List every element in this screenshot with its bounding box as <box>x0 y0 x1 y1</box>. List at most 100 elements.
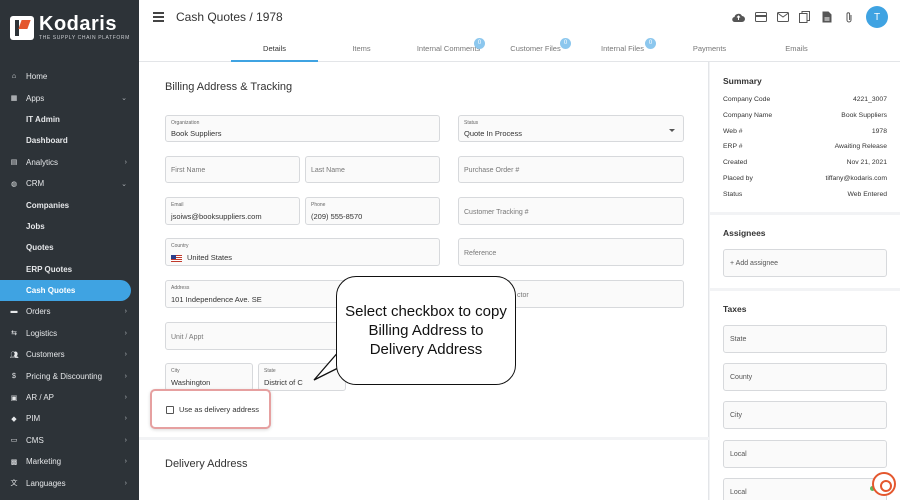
chevron-right-icon: › <box>124 329 127 337</box>
brand-logo[interactable]: Kodaris THE SUPPLY CHAIN PLATFORM <box>10 14 130 41</box>
top-bar: Cash Quotes / 1978 T Details Items Inter… <box>139 0 900 62</box>
pdf-icon[interactable] <box>820 11 833 24</box>
sidebar-item-analytics[interactable]: ▤ Analytics › <box>0 152 139 173</box>
taxes-title: Taxes <box>723 304 747 314</box>
phone-field[interactable]: Phone (209) 555-8570 <box>305 197 440 225</box>
add-assignee-button[interactable]: + Add assignee <box>723 249 887 277</box>
assignees-card: Assignees + Add assignee <box>710 215 900 288</box>
delivery-card: Delivery Address <box>139 440 709 500</box>
logistics-icon: ⇆ <box>11 330 17 338</box>
sidebar-item-pim[interactable]: ◆ PIM › <box>0 408 139 429</box>
tab-customer-files[interactable]: Customer Files 0 <box>492 34 579 62</box>
chevron-down-icon: ⌄ <box>121 180 127 188</box>
summary-card: Summary Company Code 4221_3007 Company Na… <box>710 62 900 212</box>
delivery-title: Delivery Address <box>165 458 248 470</box>
chevron-right-icon: › <box>124 308 127 316</box>
tab-emails[interactable]: Emails <box>753 34 840 62</box>
purchase-order-field[interactable]: Purchase Order # <box>458 156 684 183</box>
sidebar-item-it-admin[interactable]: IT Admin <box>0 109 139 130</box>
status-select[interactable]: Status Quote In Process <box>458 115 684 142</box>
sidebar-item-pricing[interactable]: $ Pricing & Discounting › <box>0 365 139 386</box>
avatar[interactable]: T <box>866 6 888 28</box>
mail-icon[interactable] <box>776 11 789 24</box>
count-badge: 0 <box>645 38 656 49</box>
organization-field[interactable]: Organization Book Suppliers <box>165 115 440 142</box>
first-name-field[interactable]: First Name <box>165 156 300 183</box>
last-name-field[interactable]: Last Name <box>305 156 440 183</box>
summary-row: Placed by tiffany@kodaris.com <box>723 175 887 182</box>
customer-tracking-field[interactable]: Customer Tracking # <box>458 197 684 225</box>
sidebar-item-cms[interactable]: ▭ CMS › <box>0 430 139 451</box>
summary-row: Web #1978 <box>723 128 887 135</box>
copy-icon[interactable] <box>798 11 811 24</box>
chevron-down-icon <box>669 129 675 132</box>
city-field[interactable]: City Washington <box>165 363 253 391</box>
sidebar-item-cash-quotes[interactable]: Cash Quotes <box>0 279 131 302</box>
crm-icon: ◍ <box>10 180 18 188</box>
sidebar-item-marketing[interactable]: ▩ Marketing › <box>0 451 139 472</box>
tax-local-field[interactable]: Local <box>723 440 887 468</box>
sidebar-item-dashboard[interactable]: Dashboard <box>0 130 139 151</box>
country-field[interactable]: Country United States <box>165 238 440 266</box>
grid-icon: ▦ <box>10 95 18 103</box>
assignees-title: Assignees <box>723 228 766 238</box>
chevron-right-icon: › <box>124 415 127 423</box>
chevron-right-icon: › <box>124 436 127 444</box>
tab-items[interactable]: Items <box>318 34 405 62</box>
page-title: Cash Quotes / 1978 <box>176 10 283 24</box>
tutorial-callout: Select checkbox to copy Billing Address … <box>336 276 516 385</box>
sidebar-item-home[interactable]: ⌂ Home <box>0 66 139 87</box>
sidebar-item-languages[interactable]: 文 Languages › <box>0 472 139 493</box>
chat-icon[interactable] <box>872 472 896 496</box>
menu-icon[interactable] <box>153 12 164 22</box>
tax-state-field[interactable]: State <box>723 325 887 353</box>
tab-details[interactable]: Details <box>231 34 318 62</box>
card-icon[interactable] <box>754 11 767 24</box>
use-as-delivery-checkbox[interactable] <box>166 406 174 414</box>
sidebar-item-jobs[interactable]: Jobs <box>0 216 139 237</box>
cms-icon: ▭ <box>10 437 18 445</box>
summary-row: Company Code 4221_3007 <box>723 96 887 103</box>
sidebar-item-quotes[interactable]: Quotes <box>0 237 139 258</box>
sidebar-item-apps[interactable]: ▦ Apps ⌄ <box>0 87 139 108</box>
taxes-card: Taxes State County City Local Local <box>710 291 900 500</box>
sidebar-item-logistics[interactable]: ⇆ Logistics › <box>0 323 139 344</box>
use-as-delivery-checkbox-row[interactable]: Use as delivery address <box>150 389 271 429</box>
us-flag-icon <box>171 254 182 262</box>
language-icon: 文 <box>10 480 18 488</box>
tab-internal-comments[interactable]: Internal Comments 0 <box>405 34 492 62</box>
tab-bar: Details Items Internal Comments 0 Custome… <box>231 34 840 62</box>
sidebar-item-erp-quotes[interactable]: ERP Quotes <box>0 259 139 280</box>
sidebar-nav: ⌂ Home ▦ Apps ⌄ IT Admin Dashboard ▤ Analyti… <box>0 66 139 494</box>
count-badge: 0 <box>474 38 485 49</box>
tax-local-field-2[interactable]: Local <box>723 478 887 500</box>
chevron-right-icon: › <box>124 158 127 166</box>
tab-payments[interactable]: Payments <box>666 34 753 62</box>
chevron-right-icon: › <box>124 351 127 359</box>
summary-row: Created Nov 21, 2021 <box>723 159 887 166</box>
dollar-icon: $ <box>12 372 16 380</box>
chevron-right-icon: › <box>124 458 127 466</box>
tax-county-field[interactable]: County <box>723 363 887 391</box>
chevron-right-icon: › <box>124 479 127 487</box>
sidebar-item-customers[interactable]: 👥︎ Customers › <box>0 344 139 365</box>
sidebar-item-companies[interactable]: Companies <box>0 194 139 215</box>
chevron-down-icon: ⌄ <box>121 95 127 103</box>
summary-row: ERP # Awaiting Release <box>723 143 887 150</box>
sidebar-item-orders[interactable]: ▬ Orders › <box>0 301 139 322</box>
tax-city-field[interactable]: City <box>723 401 887 429</box>
attachment-icon[interactable] <box>842 11 855 24</box>
users-icon: 👥︎ <box>9 351 19 359</box>
sidebar-item-ar-ap[interactable]: ▣ AR / AP › <box>0 387 139 408</box>
brand-name: Kodaris <box>39 13 117 35</box>
checkbox-label: Use as delivery address <box>179 405 260 414</box>
chart-icon: ▤ <box>10 159 18 167</box>
email-field[interactable]: Email jsoiws@booksuppliers.com <box>165 197 300 225</box>
tab-internal-files[interactable]: Internal Files 0 <box>579 34 666 62</box>
summary-row: Status Web Entered <box>723 191 887 198</box>
sidebar-item-crm[interactable]: ◍ CRM ⌄ <box>0 173 139 194</box>
summary-title: Summary <box>723 76 762 86</box>
billing-title: Billing Address & Tracking <box>165 81 293 93</box>
reference-field[interactable]: Reference <box>458 238 684 266</box>
cloud-upload-icon[interactable] <box>732 11 745 24</box>
